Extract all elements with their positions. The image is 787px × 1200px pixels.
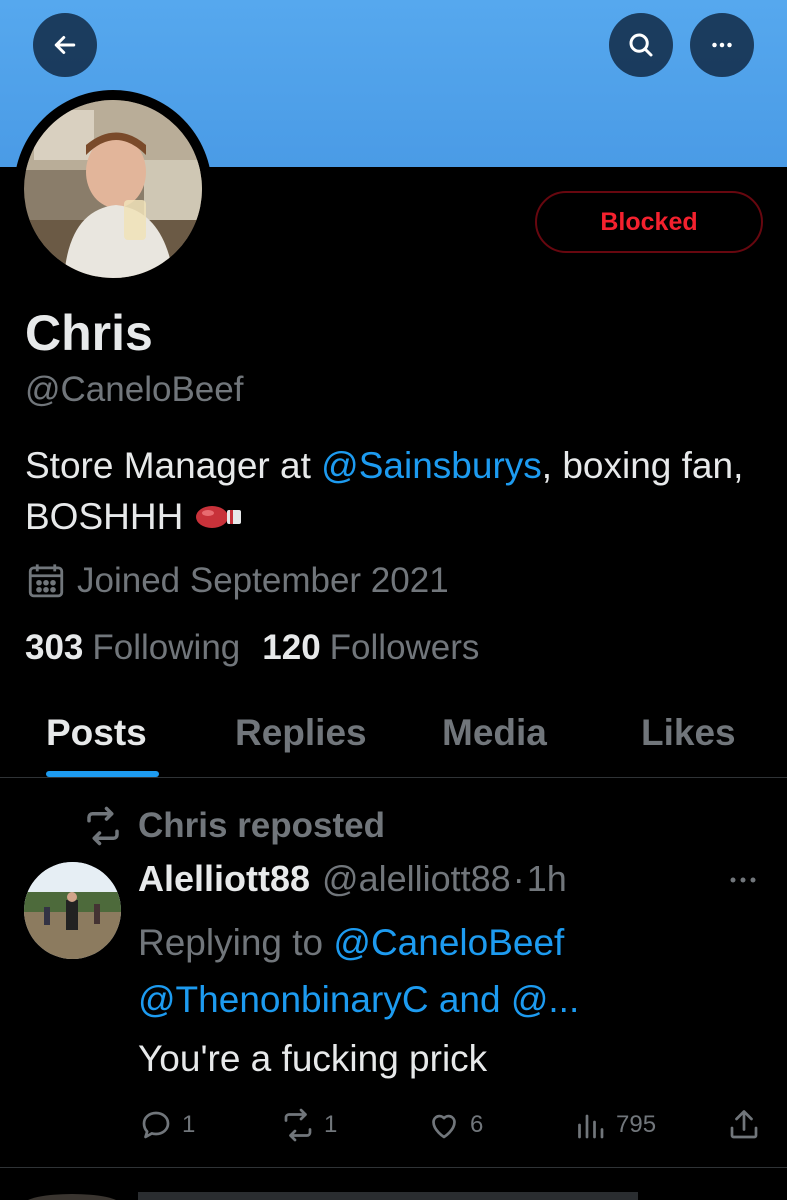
more-horizontal-icon (712, 42, 732, 48)
replying-prefix: Replying to (138, 922, 334, 963)
profile-tabs: Posts Replies Media Likes (0, 700, 787, 778)
view-count: 795 (616, 1111, 657, 1138)
bio-text-1: Store Manager at (25, 445, 322, 486)
boxing-glove-icon (195, 506, 241, 528)
post-author-name[interactable]: Alelliott88 (138, 858, 310, 900)
post-time[interactable]: 1h (527, 858, 567, 900)
post-header: Alelliott88 @alelliott88 · 1h (138, 858, 567, 900)
follow-counts: 303 Following 120 Followers (25, 628, 479, 668)
post-author-handle[interactable]: @alelliott88 (322, 858, 511, 900)
next-post-partial (0, 1170, 787, 1200)
back-button[interactable] (33, 13, 97, 77)
author-avatar-photo (24, 862, 121, 959)
replying-mention-2[interactable]: @ThenonbinaryC and @... (138, 979, 579, 1020)
following-count: 303 (25, 628, 84, 667)
post-divider (0, 1167, 787, 1168)
replying-to: Replying to @CaneloBeef @ThenonbinaryC a… (138, 914, 758, 1028)
blocked-button[interactable]: Blocked (535, 191, 763, 253)
bio-mention-link[interactable]: @Sainsburys (321, 445, 542, 486)
avatar-photo (24, 100, 202, 278)
following-label: Following (92, 628, 241, 667)
profile-name: Chris (25, 305, 153, 361)
tab-media[interactable]: Media (442, 712, 547, 754)
followers-count: 120 (262, 628, 321, 667)
post-more-icon[interactable] (722, 865, 764, 895)
followers-link[interactable]: 120 Followers (262, 628, 479, 668)
tab-likes[interactable]: Likes (641, 712, 736, 754)
post-text: You're a fucking prick (138, 1038, 488, 1079)
replying-mention-1[interactable]: @CaneloBeef (333, 922, 564, 963)
repost-indicator[interactable]: Chris reposted (82, 805, 385, 847)
like-button[interactable]: 6 (426, 1107, 483, 1143)
views-icon (578, 1114, 604, 1139)
followers-label: Followers (329, 628, 480, 667)
reply-count: 1 (182, 1111, 196, 1138)
like-count: 6 (470, 1111, 484, 1138)
more-options-button[interactable] (690, 13, 754, 77)
post-actions: 1 1 6 795 (0, 1100, 787, 1150)
next-post-fragment (28, 1192, 638, 1200)
reply-icon (142, 1111, 170, 1139)
profile-bio: Store Manager at @Sainsburys, boxing fan… (25, 440, 770, 542)
heart-icon (432, 1114, 456, 1139)
repost-count: 1 (324, 1111, 338, 1138)
calendar-icon (28, 564, 64, 598)
profile-avatar[interactable] (14, 90, 212, 288)
joined-date: Joined September 2021 (25, 560, 449, 602)
views-button[interactable]: 795 (572, 1107, 656, 1143)
repost-icon (87, 806, 119, 846)
repost-button[interactable]: 1 (280, 1107, 337, 1143)
repost-action-icon (284, 1108, 312, 1142)
arrow-left-icon (54, 36, 76, 54)
following-link[interactable]: 303 Following (25, 628, 240, 668)
share-icon (730, 1110, 758, 1139)
active-tab-indicator (46, 771, 159, 777)
post-separator: · (512, 858, 525, 899)
post-author-avatar[interactable] (24, 862, 121, 959)
tab-posts[interactable]: Posts (46, 712, 147, 754)
share-button[interactable] (726, 1107, 762, 1143)
reply-button[interactable]: 1 (138, 1107, 195, 1143)
repost-label: Chris reposted (138, 806, 385, 845)
search-icon (629, 33, 653, 57)
profile-handle: @CaneloBeef (25, 370, 244, 409)
tab-replies[interactable]: Replies (235, 712, 367, 754)
joined-text: Joined September 2021 (77, 561, 449, 600)
search-button[interactable] (609, 13, 673, 77)
